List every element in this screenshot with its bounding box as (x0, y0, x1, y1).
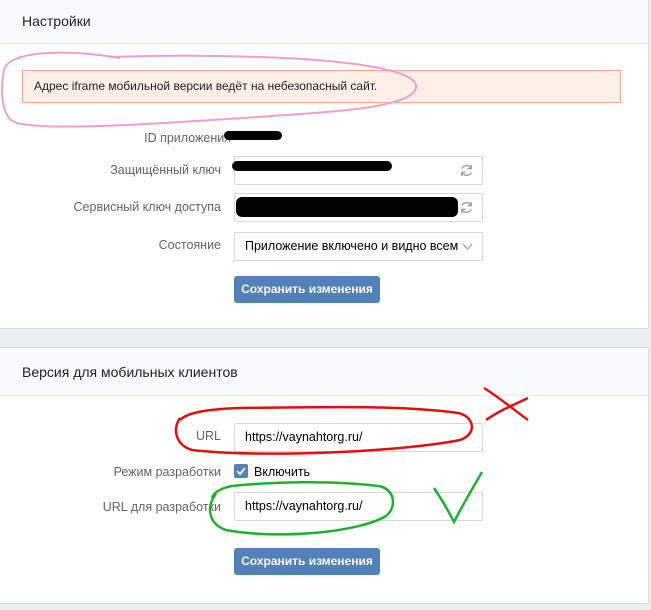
url-label: URL (195, 429, 221, 443)
chevron-down-icon (462, 243, 473, 250)
refresh-icon[interactable] (459, 163, 474, 178)
dev-mode-checkbox[interactable] (234, 464, 248, 478)
check-icon (236, 467, 246, 476)
redaction-secret-key (232, 161, 392, 171)
save-settings-button[interactable]: Сохранить изменения (234, 276, 380, 303)
url-input[interactable]: https://vaynahtorg.ru/ (234, 423, 483, 452)
redaction-service-key (236, 197, 458, 217)
redaction-app-id (224, 131, 282, 140)
mobile-title: Версия для мобильных клиентов (0, 348, 648, 396)
refresh-icon[interactable] (459, 200, 474, 215)
dev-mode-label: Режим разработки (113, 465, 221, 479)
secret-key-label: Защищённый ключ (110, 163, 221, 177)
state-label: Состояние (158, 238, 221, 252)
state-select[interactable]: Приложение включено и видно всем (234, 232, 483, 261)
save-mobile-button[interactable]: Сохранить изменения (234, 548, 380, 575)
dev-mode-checkbox-label[interactable]: Включить (254, 465, 310, 479)
service-key-label: Сервисный ключ доступа (73, 200, 221, 214)
settings-title: Настройки (0, 0, 648, 44)
dev-url-label: URL для разработки (102, 500, 221, 514)
app-id-label: ID приложения (144, 131, 231, 145)
dev-url-input[interactable]: https://vaynahtorg.ru/ (234, 492, 483, 521)
security-alert: Адрес iframe мобильной версии ведёт на н… (22, 70, 621, 103)
state-value: Приложение включено и видно всем (245, 239, 459, 253)
